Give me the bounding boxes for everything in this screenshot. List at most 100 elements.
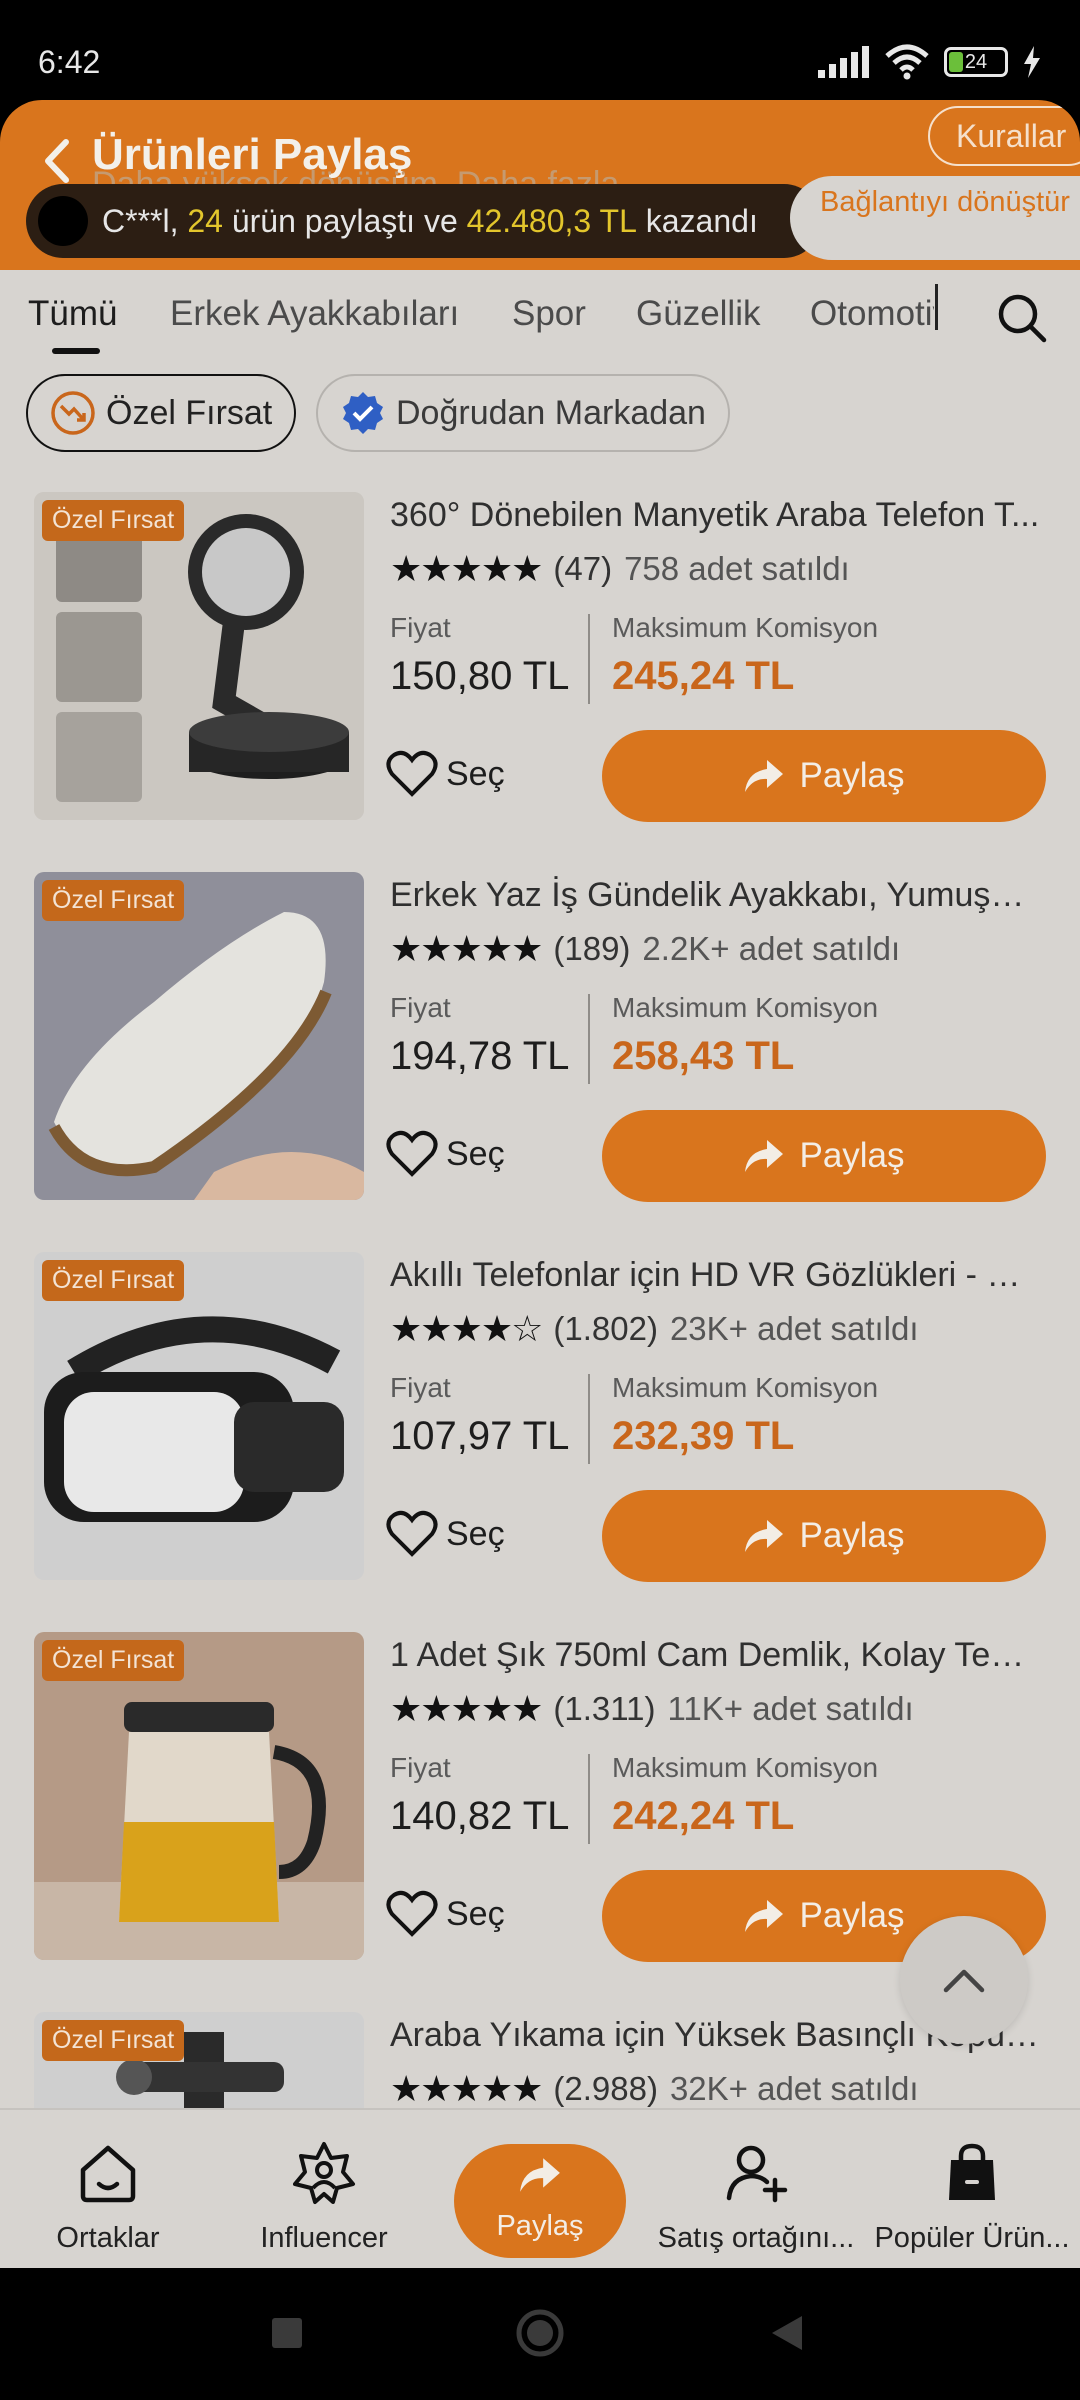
tab-active-indicator bbox=[52, 348, 100, 354]
select-button[interactable]: Seç bbox=[386, 744, 505, 804]
star-rating-icon: ★★★★★ bbox=[390, 548, 543, 589]
product-rating: ★★★★☆ (1.802) 23K+ adet satıldı bbox=[390, 1308, 919, 1350]
product-image[interactable]: Özel Fırsat bbox=[34, 2012, 364, 2108]
product-rating: ★★★★★ (189) 2.2K+ adet satıldı bbox=[390, 928, 900, 970]
share-arrow-icon bbox=[745, 1520, 784, 1552]
status-icons: 24 bbox=[818, 44, 1042, 80]
product-name[interactable]: 360° Dönebilen Manyetik Araba Telefon T.… bbox=[390, 496, 1040, 535]
heart-icon bbox=[386, 1890, 438, 1937]
product-image[interactable]: Özel Fırsat bbox=[34, 492, 364, 820]
category-tabs: Tümü Erkek Ayakkabıları Spor Güzellik Ot… bbox=[0, 270, 1080, 364]
from-brand-label: Doğrudan Markadan bbox=[396, 393, 706, 432]
star-rating-icon: ★★★★☆ bbox=[390, 1308, 543, 1349]
tab-all[interactable]: Tümü bbox=[28, 294, 117, 334]
wifi-icon bbox=[885, 44, 929, 80]
nav-partners[interactable]: Ortaklar bbox=[0, 2110, 216, 2270]
share-button[interactable]: Paylaş bbox=[602, 1110, 1046, 1202]
magnetic-holder-image bbox=[34, 492, 364, 820]
product-rating: ★★★★★ (47) 758 adet satıldı bbox=[390, 548, 850, 590]
shoe-image bbox=[34, 872, 364, 1200]
tabs-divider bbox=[935, 284, 938, 330]
select-button[interactable]: Seç bbox=[386, 1124, 505, 1184]
share-button[interactable]: Paylaş bbox=[602, 730, 1046, 822]
nav-popular-products[interactable]: Popüler Ürün... bbox=[864, 2110, 1080, 2270]
share-label: Paylaş bbox=[799, 1516, 905, 1555]
divider bbox=[588, 994, 590, 1084]
recent-apps-icon[interactable] bbox=[270, 2316, 304, 2350]
product-card[interactable]: Özel Fırsat Araba Yıkama için Yüksek Bas… bbox=[0, 2012, 1080, 2108]
scroll-to-top-button[interactable] bbox=[900, 1916, 1028, 2044]
product-commission: 232,39 TL bbox=[612, 1414, 795, 1458]
review-count: (47) bbox=[553, 550, 613, 587]
nav-affiliate-label: Satış ortağını... bbox=[657, 2222, 855, 2254]
main-content: Tümü Erkek Ayakkabıları Spor Güzellik Ot… bbox=[0, 270, 1080, 2108]
from-brand-filter[interactable]: Doğrudan Markadan bbox=[316, 374, 730, 452]
tab-mens-shoes[interactable]: Erkek Ayakkabıları bbox=[170, 294, 459, 334]
product-price: 107,97 TL bbox=[390, 1414, 570, 1458]
select-label: Seç bbox=[446, 754, 505, 793]
chevron-up-icon bbox=[943, 1969, 985, 1993]
product-name[interactable]: Akıllı Telefonlar için HD VR Gözlükleri … bbox=[390, 1256, 1040, 1295]
divider bbox=[588, 1374, 590, 1464]
select-button[interactable]: Seç bbox=[386, 1504, 505, 1564]
back-arrow-icon[interactable] bbox=[38, 136, 74, 186]
commission-label: Maksimum Komisyon bbox=[612, 1372, 879, 1403]
product-commission: 242,24 TL bbox=[612, 1794, 795, 1838]
charging-icon bbox=[1024, 46, 1040, 78]
product-card[interactable]: Özel Fırsat 360° Dönebilen Manyetik Arab… bbox=[0, 492, 1080, 872]
tab-beauty[interactable]: Güzellik bbox=[636, 294, 760, 334]
product-image[interactable]: Özel Fırsat bbox=[34, 1632, 364, 1960]
back-triangle-icon[interactable] bbox=[770, 2314, 804, 2352]
status-time: 6:42 bbox=[38, 44, 101, 80]
nav-affiliate[interactable]: Satış ortağını... bbox=[648, 2110, 864, 2270]
sold-count: 758 adet satıldı bbox=[624, 550, 850, 587]
battery-icon: 24 bbox=[944, 47, 1008, 77]
convert-link-button[interactable]: Bağlantıyı dönüştür bbox=[790, 176, 1080, 260]
tab-sports[interactable]: Spor bbox=[512, 294, 586, 334]
battery-level: 24 bbox=[964, 50, 988, 73]
product-name[interactable]: 1 Adet Şık 750ml Cam Demlik, Kolay Tek .… bbox=[390, 1636, 1040, 1675]
sold-count: 32K+ adet satıldı bbox=[669, 2070, 919, 2107]
select-label: Seç bbox=[446, 1134, 505, 1173]
price-label: Fiyat bbox=[390, 612, 451, 643]
star-rating-icon: ★★★★★ bbox=[390, 1688, 543, 1729]
select-label: Seç bbox=[446, 1894, 505, 1933]
influencer-star-icon bbox=[293, 2142, 355, 2204]
sold-count: 23K+ adet satıldı bbox=[669, 1310, 919, 1347]
tab-automotive[interactable]: Otomotiv bbox=[810, 294, 934, 334]
share-label: Paylaş bbox=[799, 1896, 905, 1935]
select-button[interactable]: Seç bbox=[386, 1884, 505, 1944]
product-commission: 245,24 TL bbox=[612, 654, 795, 698]
nav-share-button[interactable]: Paylaş bbox=[454, 2144, 626, 2258]
home-circle-icon[interactable] bbox=[515, 2308, 565, 2358]
product-image[interactable]: Özel Fırsat bbox=[34, 872, 364, 1200]
special-offer-tag: Özel Fırsat bbox=[42, 1260, 185, 1301]
shopping-bag-icon bbox=[949, 2143, 995, 2200]
product-card[interactable]: Özel Fırsat Erkek Yaz İş Gündelik Ayakka… bbox=[0, 872, 1080, 1252]
star-rating-icon: ★★★★★ bbox=[390, 928, 543, 969]
product-price: 150,80 TL bbox=[390, 654, 570, 698]
nav-influencer[interactable]: Influencer bbox=[216, 2110, 432, 2270]
search-icon[interactable] bbox=[996, 292, 1048, 344]
home-icon bbox=[80, 2145, 136, 2203]
system-navigation-bar bbox=[0, 2268, 1080, 2400]
commission-label: Maksimum Komisyon bbox=[612, 992, 879, 1023]
special-offer-filter[interactable]: Özel Fırsat bbox=[26, 374, 296, 452]
commission-label: Maksimum Komisyon bbox=[612, 1752, 879, 1783]
product-image[interactable]: Özel Fırsat bbox=[34, 1252, 364, 1580]
rules-button[interactable]: Kurallar bbox=[928, 106, 1080, 166]
product-card[interactable]: Özel Fırsat Akıllı Telefonlar için HD VR… bbox=[0, 1252, 1080, 1632]
nav-popular-label: Popüler Ürün... bbox=[874, 2222, 1070, 2254]
product-name[interactable]: Erkek Yaz İş Gündelik Ayakkabı, Yumuşak … bbox=[390, 876, 1040, 915]
share-button[interactable]: Paylaş bbox=[602, 1490, 1046, 1582]
price-label: Fiyat bbox=[390, 1372, 451, 1403]
divider bbox=[588, 614, 590, 704]
heart-icon bbox=[386, 750, 438, 797]
price-label: Fiyat bbox=[390, 1752, 451, 1783]
share-label: Paylaş bbox=[799, 1136, 905, 1175]
sold-count: 11K+ adet satıldı bbox=[667, 1690, 914, 1727]
banner-end: kazandı bbox=[645, 202, 758, 239]
signal-icon bbox=[818, 46, 869, 78]
review-count: (1.802) bbox=[553, 1310, 658, 1347]
special-offer-tag: Özel Fırsat bbox=[42, 880, 185, 921]
